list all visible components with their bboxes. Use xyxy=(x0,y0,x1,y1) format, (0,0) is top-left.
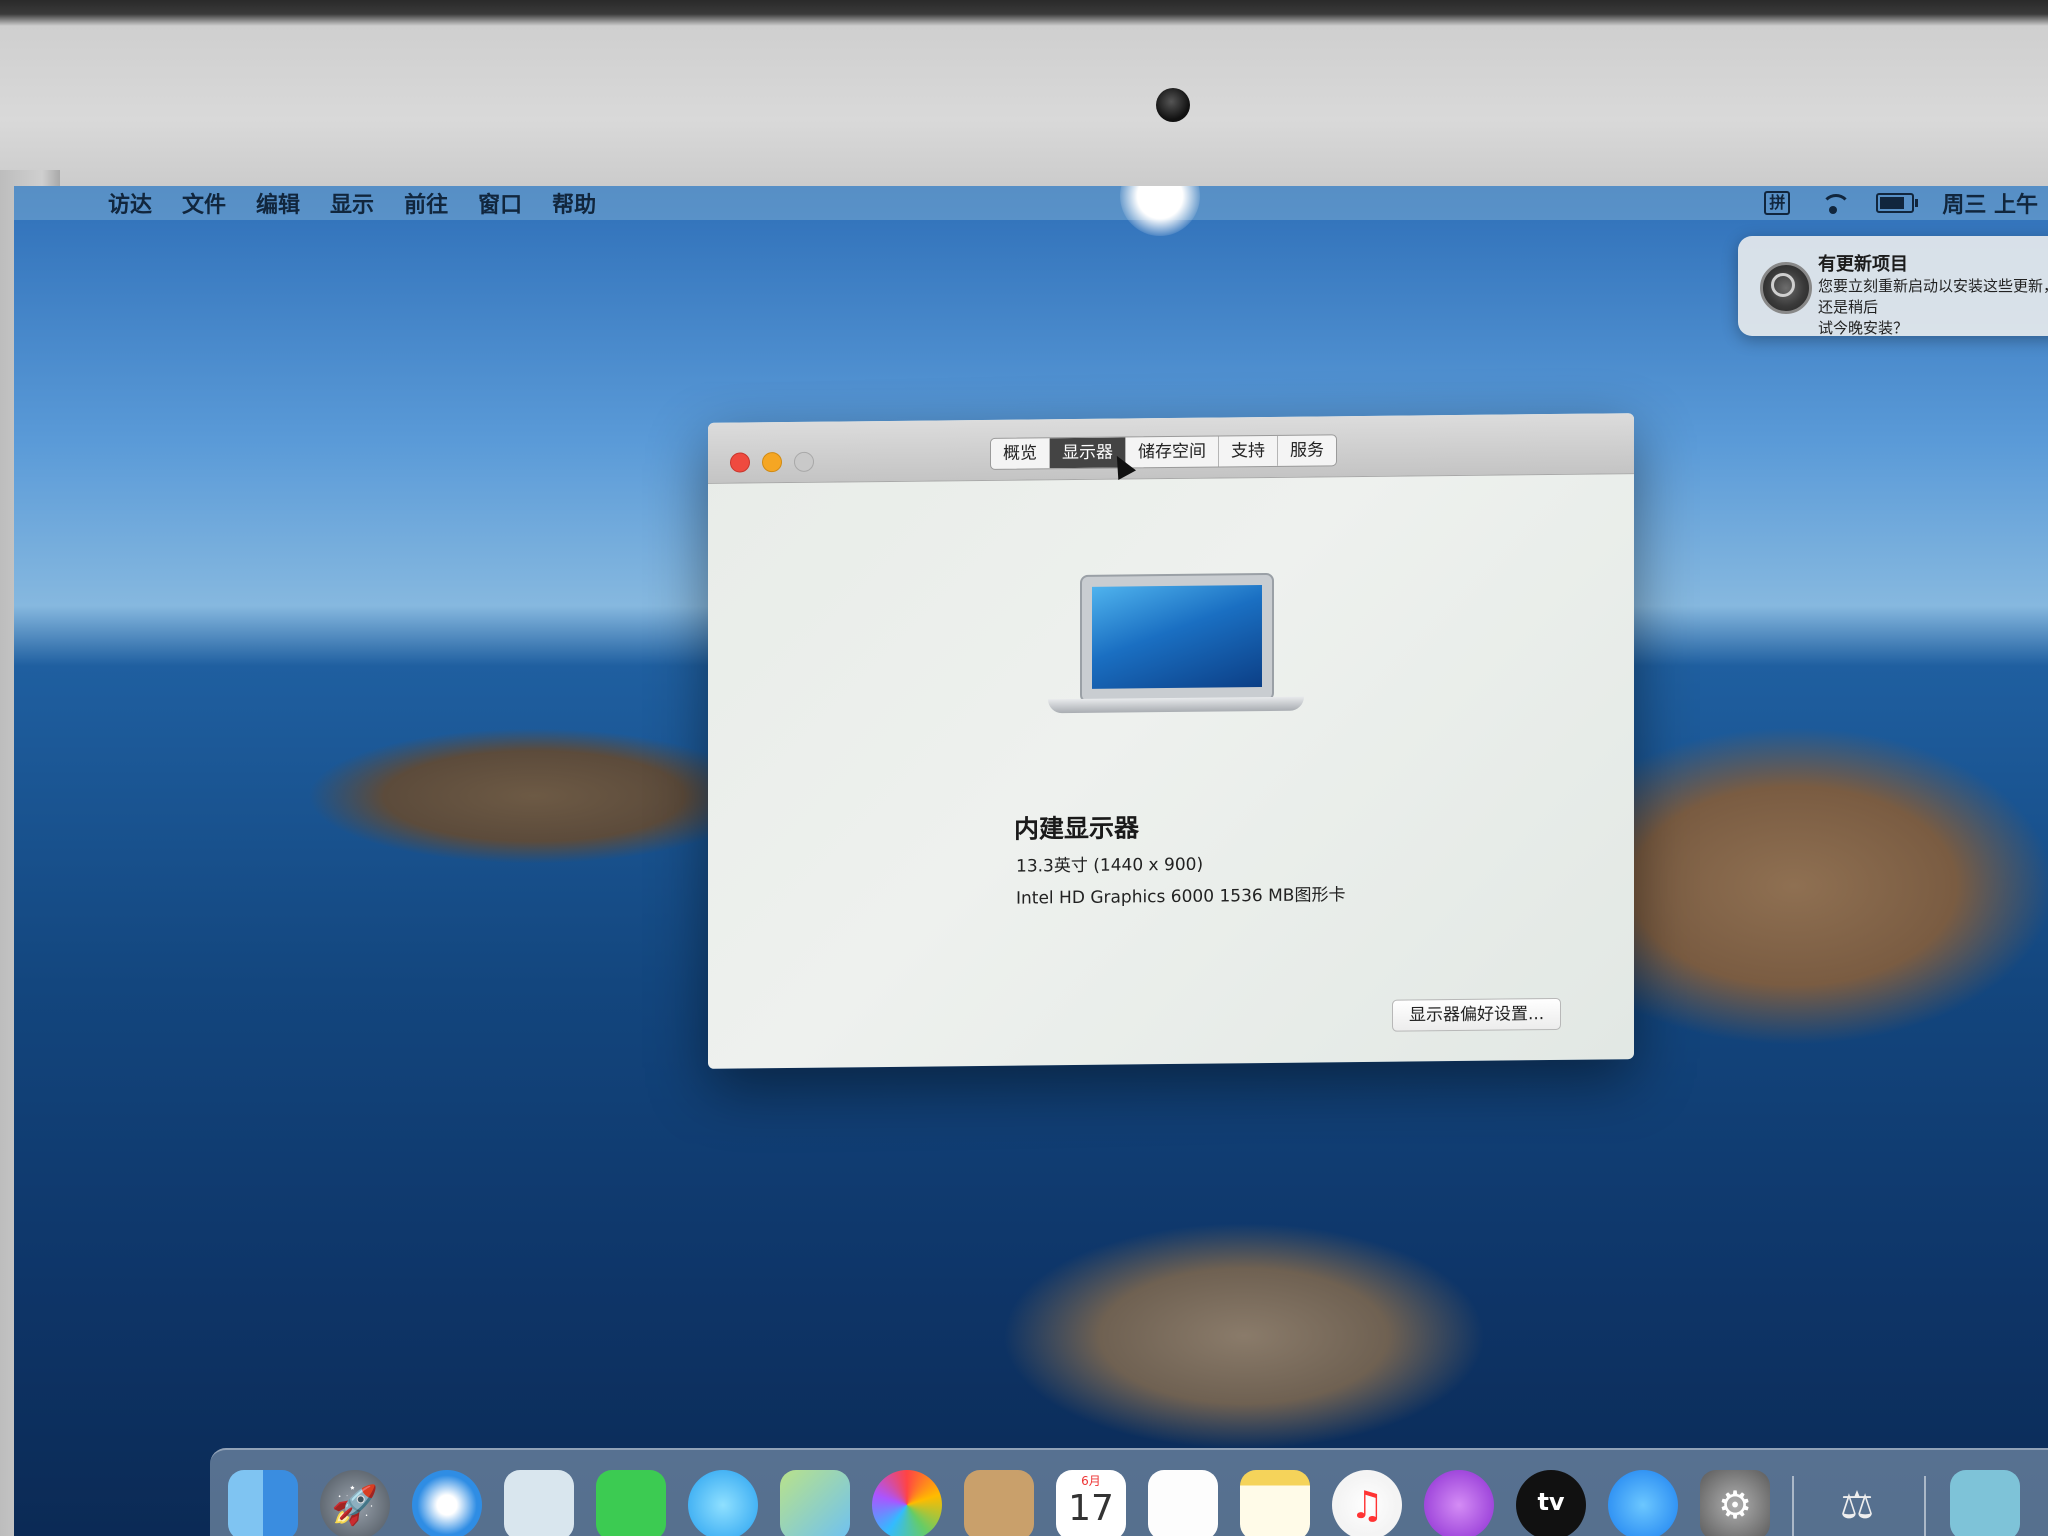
graphics-info: Intel HD Graphics 6000 1536 MB图形卡 xyxy=(1016,885,1346,909)
photos-icon[interactable] xyxy=(872,1470,942,1536)
notification-body: 您要立刻重新启动以安装这些更新，还是稍后 试今晚安装？ xyxy=(1818,277,2048,337)
menu-go[interactable]: 前往 xyxy=(404,187,448,219)
facetime-icon[interactable] xyxy=(596,1470,666,1536)
downloads-folder-icon[interactable] xyxy=(1950,1470,2020,1536)
light-glare xyxy=(1120,186,1200,236)
menu-file[interactable]: 文件 xyxy=(182,187,226,219)
software-update-icon xyxy=(1760,262,1812,314)
laptop-bezel-top xyxy=(0,0,2048,200)
calendar-day: 17 xyxy=(1068,1488,1114,1529)
safari-icon[interactable] xyxy=(412,1470,482,1536)
display-resolution: 13.3英寸 (1440 x 900) xyxy=(1016,854,1204,877)
macbook-screen xyxy=(1092,585,1262,689)
display-preferences-button[interactable]: 显示器偏好设置... xyxy=(1392,997,1562,1032)
menu-finder[interactable]: 访达 xyxy=(108,187,152,219)
input-method-icon[interactable]: 拼 xyxy=(1764,191,1791,215)
apple-icon[interactable] xyxy=(54,190,76,216)
menu-view[interactable]: 显示 xyxy=(330,187,374,219)
about-this-mac-window: 概览 显示器 储存空间 支持 服务 内建显示器 13.3英寸 (1440 x 9… xyxy=(708,413,1634,1069)
desktop-screen: 访达 文件 编辑 显示 前往 窗口 帮助 拼 周三 上午 有更新项目 您要立刻重… xyxy=(14,186,2048,1536)
macbook-illustration xyxy=(1080,572,1274,703)
system-preferences-icon[interactable]: ⚙ xyxy=(1700,1470,1770,1536)
calendar-icon[interactable]: 6月 17 xyxy=(1056,1470,1126,1536)
notes-icon[interactable] xyxy=(1240,1470,1310,1536)
reminders-icon[interactable] xyxy=(1148,1470,1218,1536)
close-button[interactable] xyxy=(730,452,750,473)
maps-icon[interactable] xyxy=(780,1470,850,1536)
app-store-icon[interactable] xyxy=(1608,1470,1678,1536)
status-area: 拼 周三 上午 xyxy=(1764,186,2038,220)
tab-service[interactable]: 服务 xyxy=(1278,435,1336,466)
menu-window[interactable]: 窗口 xyxy=(478,187,522,219)
music-icon[interactable]: ♫ xyxy=(1332,1470,1402,1536)
utilities-icon[interactable]: ⚖ xyxy=(1822,1470,1892,1536)
menu-items: 访达 文件 编辑 显示 前往 窗口 帮助 xyxy=(108,187,596,219)
tab-overview[interactable]: 概览 xyxy=(991,438,1050,469)
tv-label: tv xyxy=(1537,1488,1565,1516)
menu-help[interactable]: 帮助 xyxy=(552,187,596,219)
wifi-icon[interactable] xyxy=(1818,192,1852,214)
menu-clock[interactable]: 周三 上午 xyxy=(1942,187,2038,219)
podcasts-icon[interactable] xyxy=(1424,1470,1494,1536)
apple-tv-icon[interactable]: tv xyxy=(1516,1470,1586,1536)
minimize-button[interactable] xyxy=(762,452,782,473)
display-name: 内建显示器 xyxy=(1014,813,1140,844)
launchpad-icon[interactable]: 🚀 xyxy=(320,1470,390,1536)
dock: 🚀 6月 17 ♫ tv ⚙ ⚖ xyxy=(210,1448,2048,1536)
notification-title: 有更新项目 xyxy=(1818,254,1908,275)
macbook-base xyxy=(1048,696,1304,714)
menu-edit[interactable]: 编辑 xyxy=(256,187,300,219)
menu-bar: 访达 文件 编辑 显示 前往 窗口 帮助 拼 周三 上午 xyxy=(14,186,2048,220)
mail-icon[interactable] xyxy=(504,1470,574,1536)
window-titlebar: 概览 显示器 储存空间 支持 服务 xyxy=(708,413,1634,484)
battery-icon[interactable] xyxy=(1876,193,1919,213)
tab-storage[interactable]: 储存空间 xyxy=(1126,436,1219,468)
tab-bar: 概览 显示器 储存空间 支持 服务 xyxy=(990,434,1337,470)
zoom-button[interactable] xyxy=(794,451,814,472)
webcam xyxy=(1156,88,1190,122)
contacts-icon[interactable] xyxy=(964,1470,1034,1536)
dock-separator-2 xyxy=(1924,1476,1926,1536)
update-notification[interactable]: 有更新项目 您要立刻重新启动以安装这些更新，还是稍后 试今晚安装？ xyxy=(1738,236,2048,337)
dock-separator xyxy=(1792,1476,1794,1536)
finder-icon[interactable] xyxy=(228,1470,298,1536)
calendar-month: 6月 xyxy=(1081,1474,1101,1488)
messages-icon[interactable] xyxy=(688,1470,758,1536)
tab-support[interactable]: 支持 xyxy=(1219,435,1278,467)
